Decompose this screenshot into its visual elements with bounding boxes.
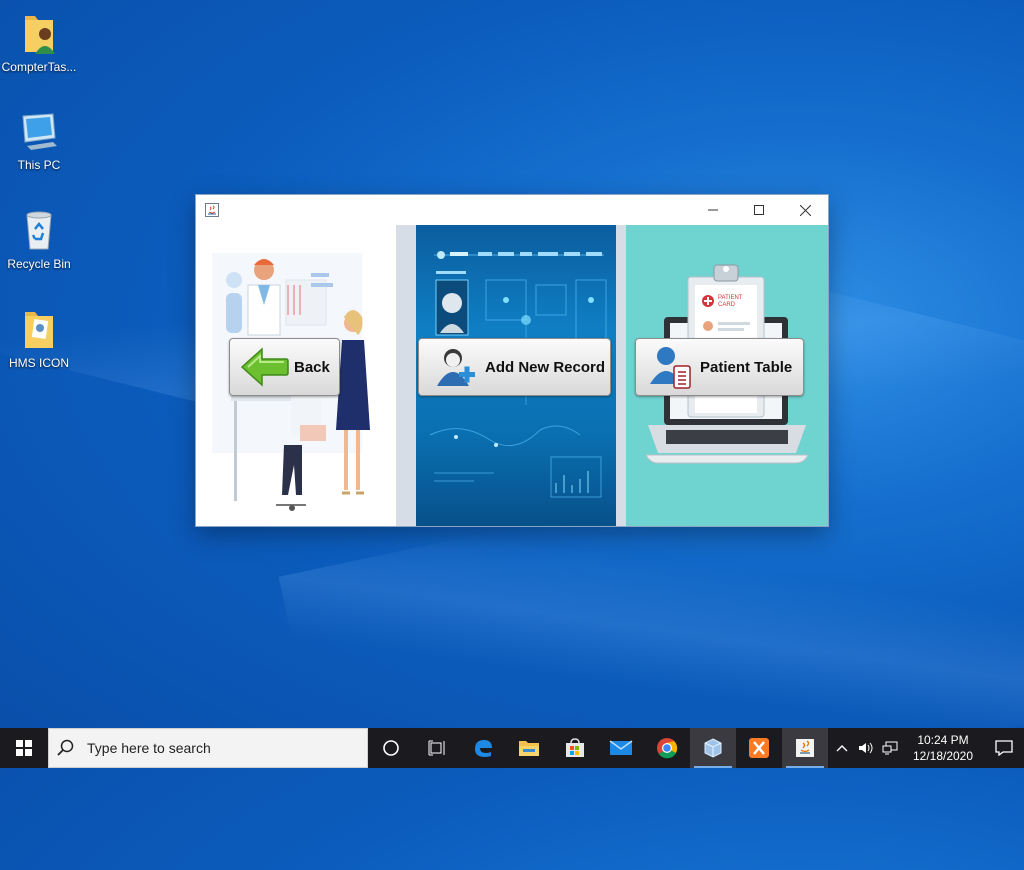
taskbar-file-explorer[interactable]: [506, 728, 552, 768]
window-content: Back Add New Record PATIENT CARD Patient…: [196, 225, 828, 526]
notification-icon: [995, 740, 1013, 756]
patient-card-line1: PATIENT: [718, 295, 743, 301]
java-icon: [796, 739, 814, 757]
taskbar-chrome[interactable]: [644, 728, 690, 768]
hms-window: Back Add New Record PATIENT CARD Patient…: [196, 195, 828, 526]
file-explorer-icon: [519, 741, 539, 756]
xampp-icon: [749, 738, 769, 758]
patient-table-panel: PATIENT CARD Patient Table: [626, 225, 828, 526]
network-button[interactable]: [878, 728, 902, 768]
task-view-button[interactable]: [414, 728, 460, 768]
java-app-icon: [205, 203, 219, 217]
user-folder-icon: [15, 10, 63, 58]
system-tray: 10:24 PM 12/18/2020: [830, 728, 1024, 768]
taskbar: Type here to search 10:24 PM 12/18/2020: [0, 728, 1024, 768]
computer-icon: [15, 108, 63, 156]
taskbar-virtualbox[interactable]: [690, 728, 736, 768]
add-user-icon: [431, 342, 481, 392]
clock-date: 12/18/2020: [912, 749, 974, 763]
taskbar-search-box[interactable]: Type here to search: [48, 728, 368, 768]
search-placeholder: Type here to search: [87, 740, 211, 756]
speaker-icon: [859, 742, 873, 754]
doctor-illustration-panel: Back: [196, 225, 396, 526]
mail-icon: [609, 740, 633, 755]
desktop-icon-label: HMS ICON: [9, 356, 69, 370]
chrome-icon: [657, 738, 678, 759]
desktop-icon-recycle-bin[interactable]: Recycle Bin: [0, 207, 78, 271]
taskbar-mail[interactable]: [598, 728, 644, 768]
window-titlebar[interactable]: [196, 195, 828, 225]
cortana-circle-icon: [383, 740, 399, 756]
medical-records-panel: Add New Record: [416, 225, 616, 526]
desktop-icon-label: CompterTas...: [1, 60, 77, 74]
taskbar-store[interactable]: [552, 728, 598, 768]
windows-logo-icon: [16, 740, 32, 756]
patient-card-line2: CARD: [718, 302, 736, 308]
clock[interactable]: 10:24 PM 12/18/2020: [902, 732, 984, 764]
task-view-icon: [428, 740, 445, 756]
patient-table-label: Patient Table: [700, 358, 793, 376]
back-button-label: Back: [294, 358, 330, 376]
start-button[interactable]: [0, 728, 48, 768]
volume-button[interactable]: [854, 728, 878, 768]
search-icon: [57, 739, 74, 756]
taskbar-java[interactable]: [782, 728, 828, 768]
add-new-record-label: Add New Record: [485, 358, 606, 376]
maximize-button[interactable]: [736, 195, 782, 225]
desktop-icon-this-pc[interactable]: This PC: [0, 108, 78, 172]
virtualbox-icon: [704, 738, 722, 758]
back-button[interactable]: Back: [229, 338, 340, 396]
patient-list-icon: [646, 342, 696, 392]
close-button[interactable]: [782, 195, 828, 225]
add-new-record-button[interactable]: Add New Record: [418, 338, 611, 396]
desktop-icon-label: This PC: [17, 158, 61, 172]
show-hidden-icons-button[interactable]: [830, 728, 854, 768]
patient-table-button[interactable]: Patient Table: [635, 338, 804, 396]
chevron-up-icon: [836, 745, 848, 752]
recycle-bin-icon: [15, 207, 63, 255]
desktop-icon-hms[interactable]: HMS ICON: [0, 306, 78, 370]
image-folder-icon: [15, 306, 63, 354]
green-arrow-left-icon: [240, 342, 290, 392]
minimize-button[interactable]: [690, 195, 736, 225]
network-icon: [882, 741, 898, 755]
store-icon: [566, 738, 584, 757]
desktop-icon-compter-task[interactable]: CompterTas...: [0, 10, 78, 74]
edge-icon: [475, 740, 492, 757]
desktop-icon-label: Recycle Bin: [7, 257, 71, 271]
taskbar-xampp[interactable]: [736, 728, 782, 768]
panel-divider: [396, 225, 416, 526]
cortana-button[interactable]: [368, 728, 414, 768]
clock-time: 10:24 PM: [917, 733, 969, 747]
action-center-button[interactable]: [984, 728, 1024, 768]
taskbar-edge[interactable]: [460, 728, 506, 768]
panel-divider: [616, 225, 626, 526]
